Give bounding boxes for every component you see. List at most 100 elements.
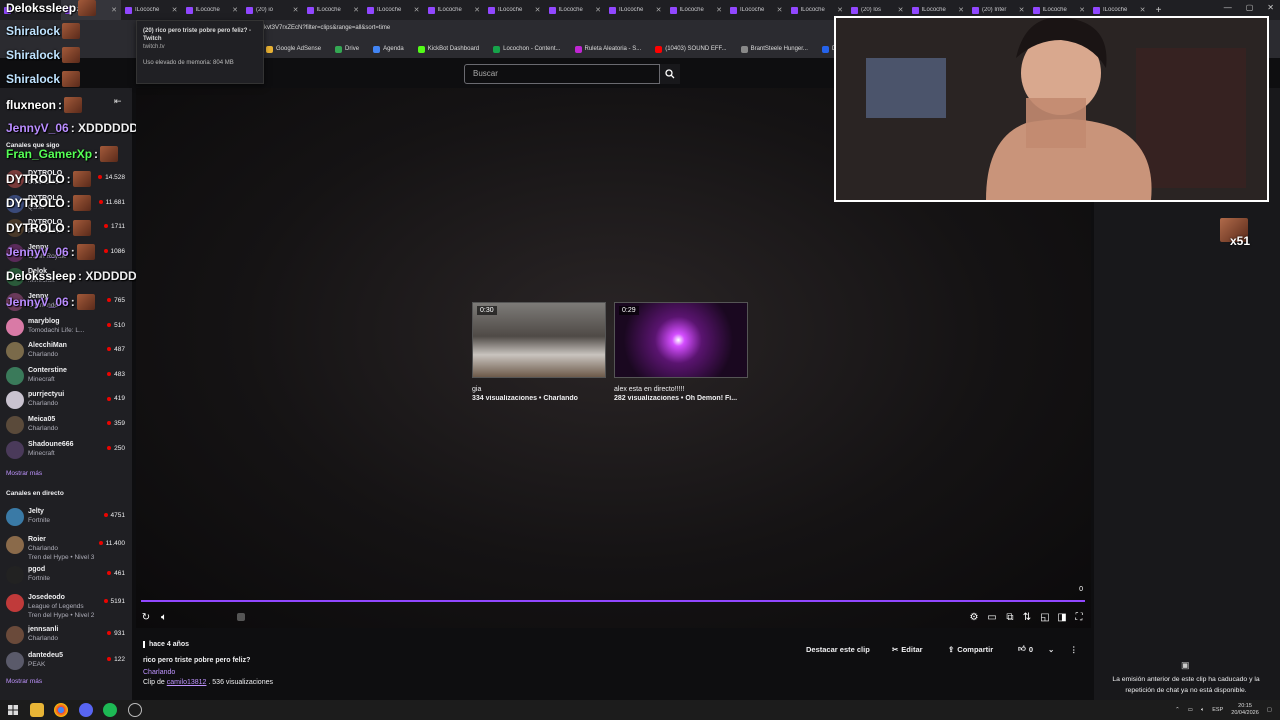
- notification-icon[interactable]: ▢: [1267, 707, 1272, 713]
- tab-close-icon[interactable]: ✕: [474, 6, 480, 14]
- browser-tab[interactable]: (20) io ✕: [242, 0, 303, 20]
- theatre-icon[interactable]: ▭: [986, 610, 998, 624]
- sidebar-channel[interactable]: pgod Fortnite 461: [0, 564, 132, 588]
- chat-username[interactable]: DYTROLO: [6, 172, 65, 186]
- share-button[interactable]: ⇪ Compartir: [948, 641, 993, 657]
- browser-tab[interactable]: ILocoche ✕: [605, 0, 666, 20]
- minimize-icon[interactable]: —: [1224, 3, 1232, 12]
- tab-close-icon[interactable]: ✕: [656, 6, 662, 14]
- tab-close-icon[interactable]: ✕: [1079, 6, 1085, 14]
- chat-username[interactable]: JennyV_06: [6, 295, 69, 309]
- tab-close-icon[interactable]: ✕: [1140, 6, 1146, 14]
- chat-username[interactable]: DYTROLO: [6, 221, 65, 235]
- browser-tab[interactable]: ILocoche ✕: [726, 0, 787, 20]
- clip-title[interactable]: gia: [472, 386, 608, 393]
- chat-username[interactable]: Fran_GamerXp: [6, 147, 92, 161]
- browser-tab[interactable]: ILocoche ✕: [484, 0, 545, 20]
- tab-close-icon[interactable]: ✕: [111, 6, 117, 14]
- sidebar-channel[interactable]: Meica05 Charlando 359: [0, 414, 132, 438]
- browser-tab[interactable]: ILocoche ✕: [303, 0, 364, 20]
- tab-close-icon[interactable]: ✕: [535, 6, 541, 14]
- bookmark-item[interactable]: KickBot Dashboard: [417, 45, 479, 53]
- browser-tab[interactable]: ILocoche ✕: [545, 0, 606, 20]
- discord-icon[interactable]: [79, 703, 93, 717]
- clip-title[interactable]: alex esta en directo!!!!!: [614, 386, 750, 393]
- sidebar-channel[interactable]: Roier Charlando 11.400 Tren del Hype • Niv…: [0, 534, 132, 561]
- tab-close-icon[interactable]: ✕: [716, 6, 722, 14]
- chat-username[interactable]: Shiralock: [6, 48, 60, 62]
- browser-tab[interactable]: ILocoche ✕: [182, 0, 243, 20]
- transfer-icon[interactable]: ⇅: [1021, 610, 1033, 624]
- browser-tab[interactable]: ILocoche ✕: [666, 0, 727, 20]
- volume-slider[interactable]: [236, 610, 246, 624]
- clip-card[interactable]: 0:29 alex esta en directo!!!!! 282 visua…: [614, 302, 750, 402]
- sidebar-channel[interactable]: Conterstine Minecraft 483: [0, 365, 132, 389]
- sidebar-channel[interactable]: Josedeodo League of Legends 5191 Tren del …: [0, 592, 132, 619]
- file-explorer-icon[interactable]: [30, 703, 44, 717]
- language-indicator[interactable]: ESP: [1212, 707, 1223, 713]
- show-more-live[interactable]: Mostrar más: [6, 678, 42, 685]
- chat-username[interactable]: Delokssleep: [6, 269, 76, 283]
- chat-username[interactable]: fluxneon: [6, 98, 56, 112]
- progress-bar[interactable]: [141, 600, 1085, 602]
- sidebar-channel[interactable]: Jelty Fortnite 4751: [0, 506, 132, 530]
- tab-close-icon[interactable]: ✕: [414, 6, 420, 14]
- tab-close-icon[interactable]: ✕: [898, 6, 904, 14]
- chat-username[interactable]: JennyV_06: [6, 121, 69, 135]
- like-button[interactable]: 👍︎ 0: [1018, 641, 1033, 657]
- clip-thumbnail[interactable]: 0:29: [614, 302, 748, 378]
- clip-thumbnail[interactable]: 0:30: [472, 302, 606, 378]
- bookmark-item[interactable]: Drive: [335, 45, 359, 53]
- chat-username[interactable]: JennyV_06: [6, 245, 69, 259]
- sidebar-channel[interactable]: Shadoune666 Minecraft 250: [0, 439, 132, 463]
- new-tab-icon[interactable]: +: [1150, 5, 1168, 16]
- clip-author-link[interactable]: camilo13812: [167, 679, 207, 686]
- chat-username[interactable]: Shiralock: [6, 24, 60, 38]
- chrome-icon[interactable]: [54, 703, 68, 717]
- tab-close-icon[interactable]: ✕: [595, 6, 601, 14]
- tab-close-icon[interactable]: ✕: [353, 6, 359, 14]
- highlight-clip-button[interactable]: Destacar este clip: [806, 641, 870, 657]
- bookmark-item[interactable]: (10403) SOUND EFF...: [655, 45, 727, 53]
- bookmark-item[interactable]: Google AdSense: [266, 45, 321, 53]
- volume-icon[interactable]: 🔈︎: [158, 610, 170, 624]
- search-button[interactable]: [660, 64, 680, 84]
- clip-category[interactable]: Charlando: [143, 669, 175, 676]
- sidebar-channel[interactable]: maryblog Tomodachi Life: L... 510: [0, 316, 132, 340]
- bookmark-item[interactable]: Locochon - Content...: [493, 45, 561, 53]
- app-icon[interactable]: [128, 703, 142, 717]
- tab-close-icon[interactable]: ✕: [837, 6, 843, 14]
- tab-close-icon[interactable]: ✕: [232, 6, 238, 14]
- sidebar-channel[interactable]: dantedeu5 PEAK 122: [0, 650, 132, 674]
- chat-username[interactable]: Shiralock: [6, 72, 60, 86]
- show-more-followed[interactable]: Mostrar más: [6, 470, 42, 477]
- edit-button[interactable]: ✂ Editar: [892, 641, 923, 657]
- spotify-icon[interactable]: [103, 703, 117, 717]
- browser-tab[interactable]: ILocoche ✕: [363, 0, 424, 20]
- chat-username[interactable]: Delokssleep: [6, 1, 76, 15]
- sidebar-toggle-icon[interactable]: ◨: [1056, 610, 1068, 624]
- url-text[interactable]: kvt3V7rxZEcN?filter=clips&range=all&sort…: [264, 25, 390, 31]
- more-options-button[interactable]: ⋮: [1070, 641, 1078, 657]
- like-dropdown[interactable]: ⌄: [1048, 641, 1054, 657]
- clip-card[interactable]: 0:30 gia 334 visualizaciones • Charlando: [472, 302, 608, 402]
- tab-close-icon[interactable]: ✕: [293, 6, 299, 14]
- tab-close-icon[interactable]: ✕: [777, 6, 783, 14]
- network-icon[interactable]: ▭: [1188, 707, 1193, 713]
- chat-username[interactable]: DYTROLO: [6, 196, 65, 210]
- clock[interactable]: 20:15 20/04/2026: [1231, 703, 1259, 717]
- settings-icon[interactable]: ⚙: [968, 610, 980, 624]
- tab-close-icon[interactable]: ✕: [172, 6, 178, 14]
- windows-start-icon[interactable]: [6, 703, 20, 717]
- bookmark-item[interactable]: BrantSteele Hunger...: [740, 45, 808, 53]
- sidebar-channel[interactable]: purrjectyui Charlando 419: [0, 389, 132, 413]
- bookmark-item[interactable]: Agenda: [373, 45, 404, 53]
- speaker-icon[interactable]: 🔈︎: [1201, 707, 1204, 714]
- browser-tab[interactable]: ILocoche ✕: [424, 0, 485, 20]
- browser-tab[interactable]: ILocoche ✕: [121, 0, 182, 20]
- maximize-icon[interactable]: ▢: [1246, 3, 1254, 12]
- chevron-up-icon[interactable]: ⌃: [1175, 707, 1180, 713]
- search-input[interactable]: Buscar: [464, 64, 660, 84]
- fullscreen-icon[interactable]: ⛶: [1073, 610, 1085, 624]
- collapse-sidebar-icon[interactable]: ⇤: [114, 96, 122, 107]
